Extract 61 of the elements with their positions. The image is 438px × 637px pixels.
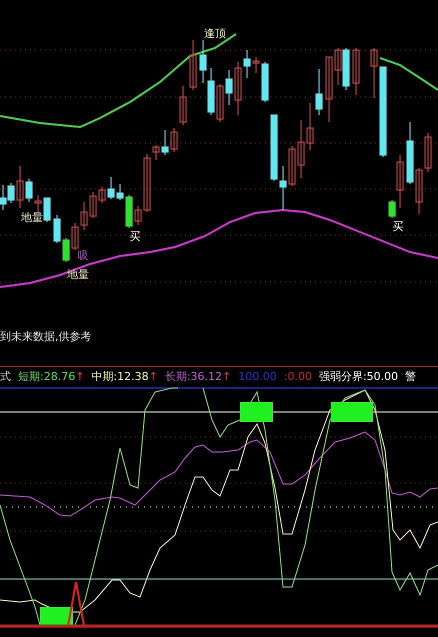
indicator-value: :0.00 xyxy=(284,371,312,382)
candlestick xyxy=(62,238,70,262)
notice-text: 到未来数据,供参考 xyxy=(0,328,92,345)
indicator-value: 100.00 xyxy=(238,371,277,382)
candlestick xyxy=(306,102,314,150)
candlestick xyxy=(34,194,42,212)
candlestick xyxy=(80,202,88,230)
candlestick xyxy=(352,48,360,96)
candlestick xyxy=(370,48,378,98)
candlestick xyxy=(262,62,268,102)
candlestick xyxy=(170,128,178,152)
candlestick xyxy=(72,222,78,250)
chart-label: 逢顶 xyxy=(204,27,226,40)
candlestick xyxy=(134,206,142,226)
chart-label: 地量 xyxy=(67,268,89,281)
candlestick xyxy=(326,56,332,122)
indicator-value: 长期:36.12 xyxy=(164,371,222,382)
upper-band-line xyxy=(380,57,438,91)
signal-block xyxy=(40,607,73,625)
candlestick xyxy=(234,62,242,116)
candlestick xyxy=(108,176,114,200)
chart-label: 地量 xyxy=(21,211,43,224)
candlestick xyxy=(162,130,168,156)
chart-label: 买 xyxy=(392,220,404,233)
signal-block xyxy=(331,402,373,422)
candlestick xyxy=(288,146,296,186)
candlestick xyxy=(44,198,50,222)
spike-marker xyxy=(66,581,86,627)
candlestick xyxy=(90,192,96,218)
chart-label: 吸 xyxy=(78,249,88,262)
up-arrow: ↑ xyxy=(148,371,158,382)
candlestick xyxy=(190,40,196,90)
up-arrow: ↑ xyxy=(75,371,84,382)
candlestick xyxy=(280,166,286,210)
candlestick xyxy=(144,154,150,212)
candlestick xyxy=(270,114,278,182)
indicator-value: 中期:12.38 xyxy=(91,371,149,382)
candlestick xyxy=(152,144,160,160)
up-arrow: ↑ xyxy=(222,371,232,382)
candlestick xyxy=(54,214,60,244)
candlestick xyxy=(26,178,32,202)
indicator-value: 警 xyxy=(405,371,416,382)
candlestick xyxy=(416,168,422,214)
candlestick xyxy=(424,132,432,172)
candlestick xyxy=(216,84,224,122)
signal-block xyxy=(240,402,273,422)
candlestick xyxy=(180,86,186,126)
candlestick xyxy=(298,120,304,178)
candlestick xyxy=(252,56,260,74)
indicator-value: 式 xyxy=(0,371,11,382)
candlestick xyxy=(16,166,24,208)
candlestick xyxy=(226,70,232,106)
candlestick xyxy=(316,68,322,116)
candlestick xyxy=(126,194,132,228)
candlestick xyxy=(116,184,124,200)
candlestick xyxy=(98,186,106,204)
candlestick xyxy=(244,50,250,78)
candlestick xyxy=(406,122,414,184)
indicator-value: 短期:28.76 xyxy=(18,371,76,382)
chart-label: 买 xyxy=(130,230,140,243)
indicator-value: 强弱分界:50.00 xyxy=(318,371,398,382)
